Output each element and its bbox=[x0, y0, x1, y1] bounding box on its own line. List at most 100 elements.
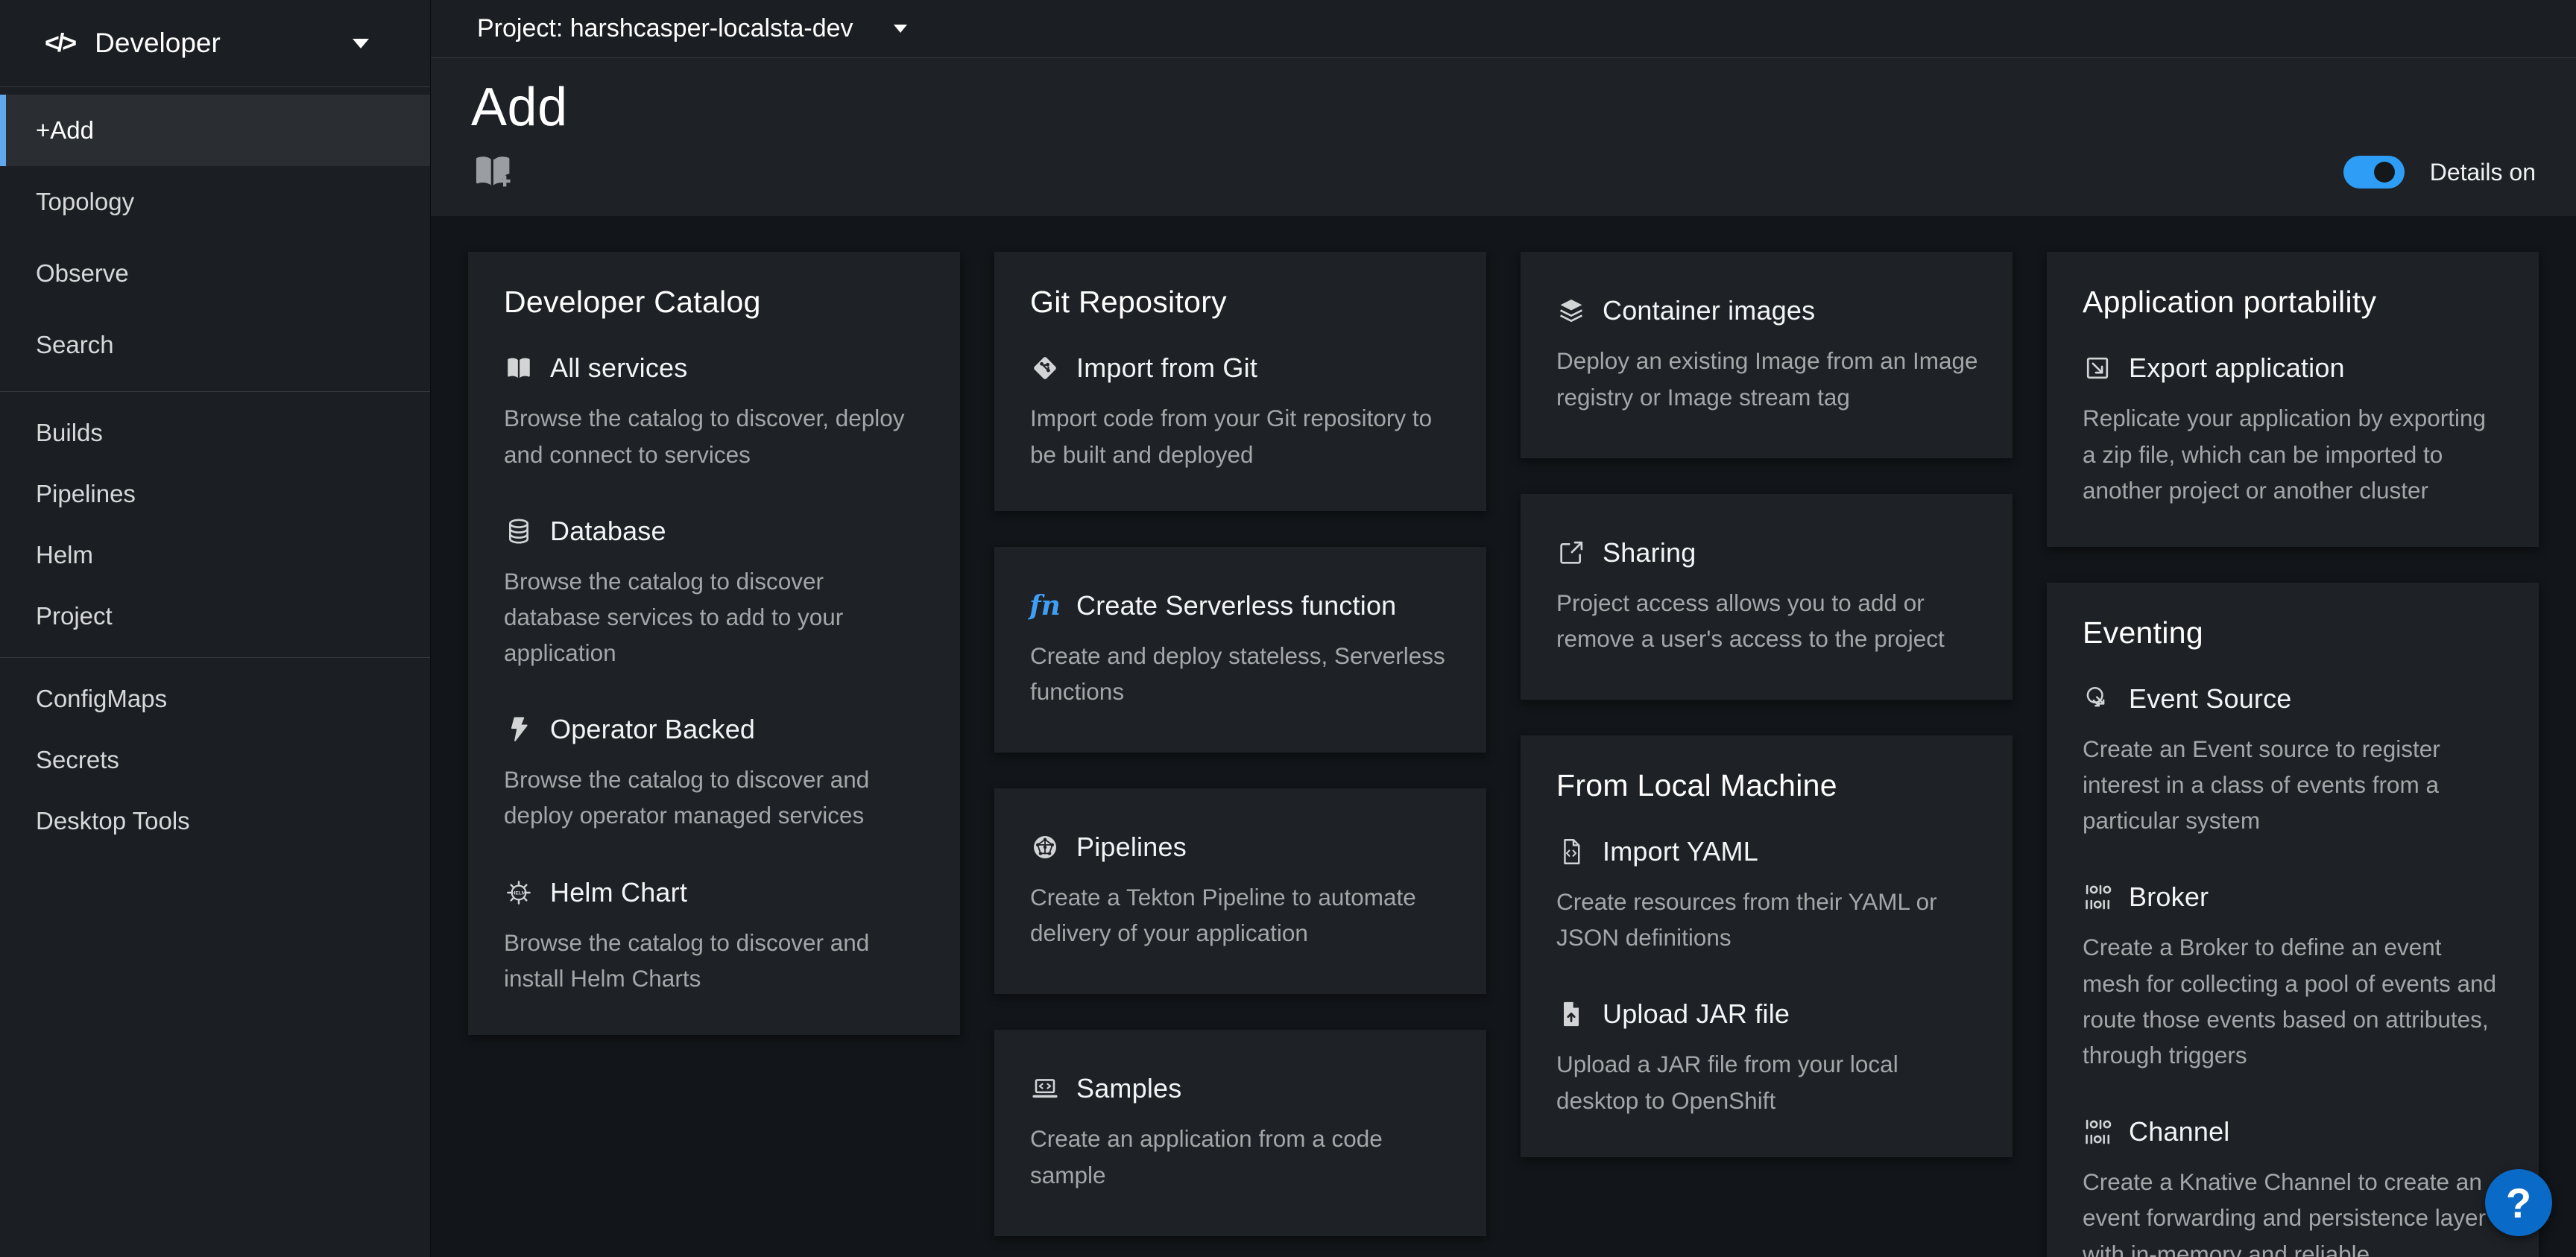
add-item-label: Operator Backed bbox=[550, 714, 755, 745]
add-item-database[interactable]: Database Browse the catalog to discover d… bbox=[504, 516, 926, 671]
card-sharing: Sharing Project access allows you to add … bbox=[1521, 494, 2012, 700]
project-selector-label: Project: harshcasper-localsta-dev bbox=[477, 14, 853, 43]
git-icon bbox=[1030, 353, 1060, 383]
add-item-broker[interactable]: Broker Create a Broker to define an event… bbox=[2083, 881, 2504, 1073]
add-item-operator-backed[interactable]: Operator Backed Browse the catalog to dis… bbox=[504, 714, 926, 833]
caret-down-icon bbox=[894, 25, 907, 33]
sidebar-item-configmaps[interactable]: ConfigMaps bbox=[0, 668, 430, 729]
details-toggle-knob bbox=[2374, 162, 2395, 183]
project-selector[interactable]: Project: harshcasper-localsta-dev bbox=[431, 0, 2576, 58]
sidebar-item-desktop-tools[interactable]: Desktop Tools bbox=[0, 791, 430, 852]
card-application-portability: Application portabilityExport applicatio… bbox=[2047, 252, 2539, 547]
add-item-label: All services bbox=[550, 352, 687, 384]
layers-icon bbox=[1556, 296, 1586, 326]
page-title: Add bbox=[471, 79, 2539, 136]
add-item-description: Browse the catalog to discover and insta… bbox=[504, 925, 926, 996]
export-icon bbox=[2083, 353, 2112, 383]
add-item-description: Create an Event source to register inter… bbox=[2083, 731, 2504, 839]
card-developer-catalog: Developer CatalogAll servicesBrowse the … bbox=[468, 252, 960, 1035]
card-title: Git Repository bbox=[1030, 285, 1452, 320]
database-icon bbox=[504, 516, 534, 546]
add-item-description: Create and deploy stateless, Serverless … bbox=[1030, 638, 1452, 709]
card-column: Container imagesDeploy an existing Image… bbox=[1521, 252, 2012, 1157]
add-item-description: Project access allows you to add or remo… bbox=[1556, 585, 1978, 656]
add-item-sharing[interactable]: Sharing Project access allows you to add … bbox=[1556, 537, 1978, 656]
help-button[interactable]: ? bbox=[2485, 1169, 2552, 1236]
add-item-samples[interactable]: Samples Create an application from a code… bbox=[1030, 1073, 1452, 1192]
sidebar-item-helm[interactable]: Helm bbox=[0, 525, 430, 586]
details-toggle-label: Details on bbox=[2430, 159, 2536, 186]
add-item-description: Create an application from a code sample bbox=[1030, 1121, 1452, 1192]
card-samples: Samples Create an application from a code… bbox=[994, 1030, 1486, 1235]
binary-icon bbox=[2083, 1117, 2112, 1147]
add-item-description: Upload a JAR file from your local deskto… bbox=[1556, 1046, 1978, 1118]
sidebar-group: BuildsPipelinesHelmProject bbox=[0, 402, 430, 647]
sidebar-item-add[interactable]: +Add bbox=[0, 95, 430, 166]
card-eventing: Eventing Event Source Create an Event sour… bbox=[2047, 583, 2539, 1257]
add-item-description: Browse the catalog to discover and deplo… bbox=[504, 762, 926, 833]
sidebar-group: ConfigMapsSecretsDesktop Tools bbox=[0, 668, 430, 852]
card-container-images: Container imagesDeploy an existing Image… bbox=[1521, 252, 2012, 457]
binary-icon bbox=[2083, 882, 2112, 912]
sidebar-item-topology[interactable]: Topology bbox=[0, 166, 430, 238]
sidebar-item-secrets[interactable]: Secrets bbox=[0, 729, 430, 791]
sidebar-item-pipelines[interactable]: Pipelines bbox=[0, 463, 430, 525]
add-item-upload-jar-file[interactable]: Upload JAR fileUpload a JAR file from yo… bbox=[1556, 998, 1978, 1118]
sidebar-divider bbox=[0, 391, 430, 392]
code-icon: </> bbox=[45, 29, 75, 58]
samples-icon bbox=[1030, 1074, 1060, 1104]
add-item-label: Event Source bbox=[2129, 683, 2292, 715]
add-item-label: Pipelines bbox=[1076, 832, 1187, 863]
add-item-label: Import from Git bbox=[1076, 352, 1257, 384]
add-item-create-serverless-function[interactable]: fn Create Serverless function Create and d… bbox=[1030, 590, 1452, 709]
add-item-label: Broker bbox=[2129, 881, 2209, 913]
card-pipelines: Pipelines Create a Tekton Pipeline to aut… bbox=[994, 788, 1486, 994]
add-item-label: Database bbox=[550, 516, 666, 547]
add-item-label: Export application bbox=[2129, 352, 2345, 384]
file-code-icon bbox=[1556, 837, 1586, 867]
add-item-import-from-git[interactable]: Import from Git Import code from your Git… bbox=[1030, 352, 1452, 472]
card-create-serverless-function: fn Create Serverless function Create and d… bbox=[994, 547, 1486, 753]
add-item-description: Create a Knative Channel to create an ev… bbox=[2083, 1164, 2504, 1257]
svg-text:HELM: HELM bbox=[512, 890, 526, 896]
sidebar-divider bbox=[0, 657, 430, 658]
add-item-import-yaml[interactable]: Import YAMLCreate resources from their Y… bbox=[1556, 836, 1978, 955]
add-item-export-application[interactable]: Export application Replicate your applica… bbox=[2083, 352, 2504, 508]
sidebar-item-observe[interactable]: Observe bbox=[0, 238, 430, 309]
add-item-label: Samples bbox=[1076, 1073, 1181, 1104]
sidebar-item-search[interactable]: Search bbox=[0, 309, 430, 381]
sidebar-nav: +AddTopologyObserveSearch BuildsPipelines… bbox=[0, 87, 430, 852]
add-item-helm-chart[interactable]: HELM Helm Chart Browse the catalog to disc… bbox=[504, 877, 926, 996]
add-item-event-source[interactable]: Event Source Create an Event source to re… bbox=[2083, 683, 2504, 839]
add-item-label: Helm Chart bbox=[550, 877, 687, 908]
perspective-switcher[interactable]: </> Developer bbox=[0, 0, 430, 87]
card-title: Eventing bbox=[2083, 615, 2504, 650]
add-item-description: Create resources from their YAML or JSON… bbox=[1556, 884, 1978, 955]
main-area: Project: harshcasper-localsta-dev Add De… bbox=[431, 0, 2576, 1257]
add-item-description: Create a Tekton Pipeline to automate del… bbox=[1030, 879, 1452, 951]
event-source-icon bbox=[2083, 684, 2112, 714]
card-title: Developer Catalog bbox=[504, 285, 926, 320]
file-upload-icon bbox=[1556, 999, 1586, 1029]
pipelines-icon bbox=[1030, 832, 1060, 862]
details-toggle[interactable] bbox=[2343, 156, 2405, 189]
add-item-description: Deploy an existing Image from an Image r… bbox=[1556, 343, 1978, 414]
add-item-container-images[interactable]: Container imagesDeploy an existing Image… bbox=[1556, 295, 1978, 414]
add-item-label: Sharing bbox=[1603, 537, 1696, 569]
book-plus-icon[interactable] bbox=[471, 151, 514, 194]
serverless-fn-icon: fn bbox=[1030, 591, 1060, 621]
sidebar-item-project[interactable]: Project bbox=[0, 586, 430, 647]
sidebar: </> Developer +AddTopologyObserveSearch B… bbox=[0, 0, 431, 1257]
add-item-pipelines[interactable]: Pipelines Create a Tekton Pipeline to aut… bbox=[1030, 832, 1452, 951]
add-item-label: Create Serverless function bbox=[1076, 590, 1396, 621]
add-item-description: Replicate your application by exporting … bbox=[2083, 400, 2504, 508]
add-item-description: Browse the catalog to discover database … bbox=[504, 563, 926, 671]
page-header: Add Details on bbox=[431, 58, 2576, 216]
add-item-description: Create a Broker to define an event mesh … bbox=[2083, 929, 2504, 1073]
open-book-icon bbox=[504, 353, 534, 383]
add-item-channel[interactable]: ChannelCreate a Knative Channel to creat… bbox=[2083, 1116, 2504, 1257]
add-item-description: Import code from your Git repository to … bbox=[1030, 400, 1452, 472]
helm-icon: HELM bbox=[504, 878, 534, 908]
add-item-all-services[interactable]: All servicesBrowse the catalog to discov… bbox=[504, 352, 926, 472]
sidebar-item-builds[interactable]: Builds bbox=[0, 402, 430, 463]
